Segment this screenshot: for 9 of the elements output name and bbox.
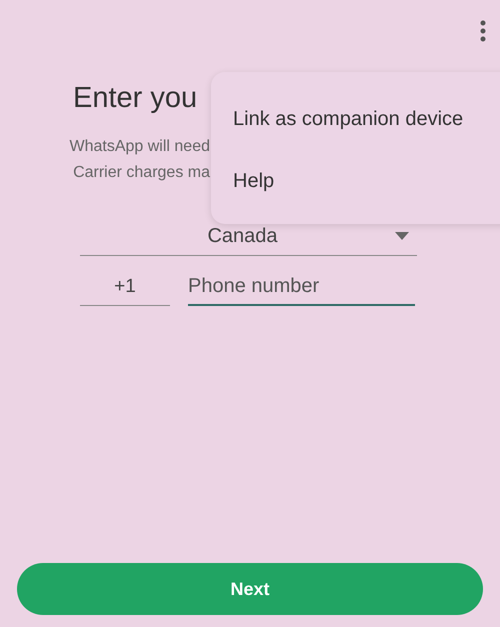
phone-number-field[interactable]: Phone number bbox=[188, 268, 415, 306]
more-options-icon[interactable] bbox=[480, 20, 486, 42]
menu-item[interactable]: Link as companion device bbox=[211, 88, 500, 150]
country-code-field[interactable]: +1 bbox=[80, 270, 170, 306]
page-title: Enter you bbox=[73, 81, 198, 116]
description-text: WhatsApp will need bbox=[69, 137, 210, 157]
dropdown-caret-icon bbox=[395, 232, 409, 240]
description-text: Carrier charges ma bbox=[73, 163, 210, 183]
menu-item[interactable]: Help bbox=[211, 150, 500, 212]
